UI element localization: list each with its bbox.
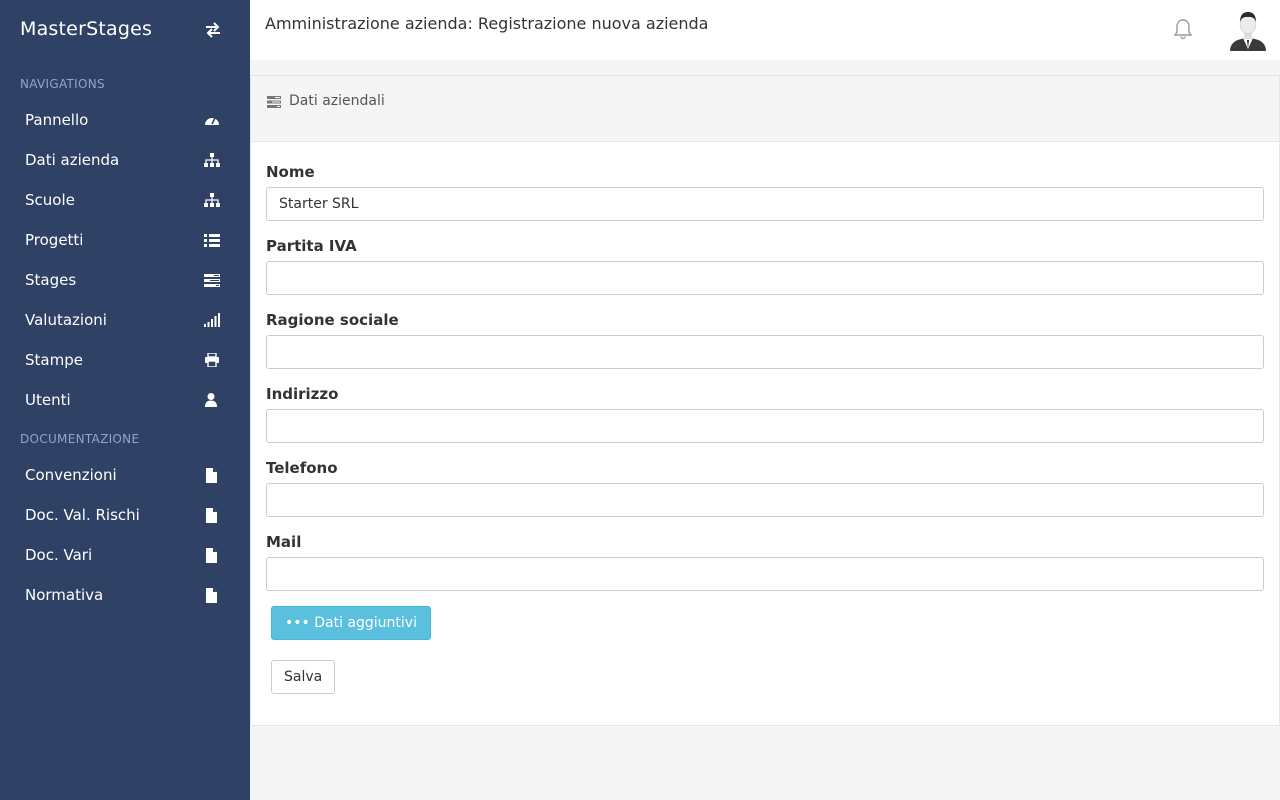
sitemap-icon (204, 193, 220, 207)
section-title-documentazione: DOCUMENTAZIONE (20, 432, 140, 446)
nav-item-valutazioni[interactable]: Valutazioni (0, 300, 250, 340)
nav-item-label: Valutazioni (25, 311, 107, 329)
company-form-panel: Dati aziendali Nome Partita IVA Ragione … (250, 75, 1280, 726)
section-title-navigations: NAVIGATIONS (20, 77, 105, 91)
panel-heading-text: Dati aziendali (289, 93, 385, 109)
mail-input[interactable] (266, 557, 1264, 591)
user-icon (205, 393, 217, 407)
avatar[interactable] (1228, 9, 1268, 51)
tasks-icon (267, 96, 281, 108)
nav-item-label: Scuole (25, 191, 75, 209)
nav-item-doc-vari[interactable]: Doc. Vari (0, 535, 250, 575)
panel-heading: Dati aziendali (251, 76, 1279, 142)
ragione-sociale-label: Ragione sociale (266, 311, 399, 329)
nav-item-dati-azienda[interactable]: Dati azienda (0, 140, 250, 180)
file-icon (206, 548, 217, 563)
nav-item-stages[interactable]: Stages (0, 260, 250, 300)
nav-item-label: Pannello (25, 111, 89, 129)
nav-item-convenzioni[interactable]: Convenzioni (0, 455, 250, 495)
sitemap-icon (204, 153, 220, 167)
nav-item-stampe[interactable]: Stampe (0, 340, 250, 380)
telefono-label: Telefono (266, 459, 338, 477)
nav-item-normativa[interactable]: Normativa (0, 575, 250, 615)
nav-item-label: Stages (25, 271, 77, 289)
nav-item-doc-val-rischi[interactable]: Doc. Val. Rischi (0, 495, 250, 535)
ragione-sociale-input[interactable] (266, 335, 1264, 369)
list-icon (204, 234, 220, 247)
file-icon (206, 508, 217, 523)
dati-aggiuntivi-button[interactable]: ••• Dati aggiuntivi (271, 606, 431, 640)
nome-label: Nome (266, 163, 315, 181)
nav-item-pannello[interactable]: Pannello (0, 100, 250, 140)
tasks-icon (204, 274, 220, 287)
signal-icon (204, 313, 220, 327)
save-button[interactable]: Salva (271, 660, 336, 694)
file-icon (206, 588, 217, 603)
nav-item-label: Doc. Vari (25, 546, 93, 564)
partita-iva-label: Partita IVA (266, 237, 357, 255)
brand-title: MasterStages (20, 18, 153, 40)
nav-item-label: Dati azienda (25, 151, 120, 169)
print-icon (205, 353, 219, 367)
bell-icon[interactable] (1172, 18, 1194, 40)
mail-label: Mail (266, 533, 302, 551)
nav-item-label: Doc. Val. Rischi (25, 506, 140, 524)
partita-iva-input[interactable] (266, 261, 1264, 295)
nav-item-scuole[interactable]: Scuole (0, 180, 250, 220)
page-title: Amministrazione azienda: Registrazione n… (265, 14, 709, 33)
nav-item-utenti[interactable]: Utenti (0, 380, 250, 420)
indirizzo-input[interactable] (266, 409, 1264, 443)
nav-item-label: Convenzioni (25, 466, 117, 484)
exchange-icon[interactable] (203, 20, 223, 40)
telefono-input[interactable] (266, 483, 1264, 517)
nav-item-label: Normativa (25, 586, 104, 604)
nav-item-label: Progetti (25, 231, 84, 249)
dashboard-icon (205, 117, 219, 125)
nav-item-label: Utenti (25, 391, 71, 409)
nav-item-label: Stampe (25, 351, 83, 369)
sidebar: MasterStages NAVIGATIONS Pannello Dati a… (0, 0, 250, 800)
file-icon (206, 468, 217, 483)
topbar: Amministrazione azienda: Registrazione n… (250, 0, 1280, 60)
nome-input[interactable] (266, 187, 1264, 221)
nav-item-progetti[interactable]: Progetti (0, 220, 250, 260)
indirizzo-label: Indirizzo (266, 385, 339, 403)
